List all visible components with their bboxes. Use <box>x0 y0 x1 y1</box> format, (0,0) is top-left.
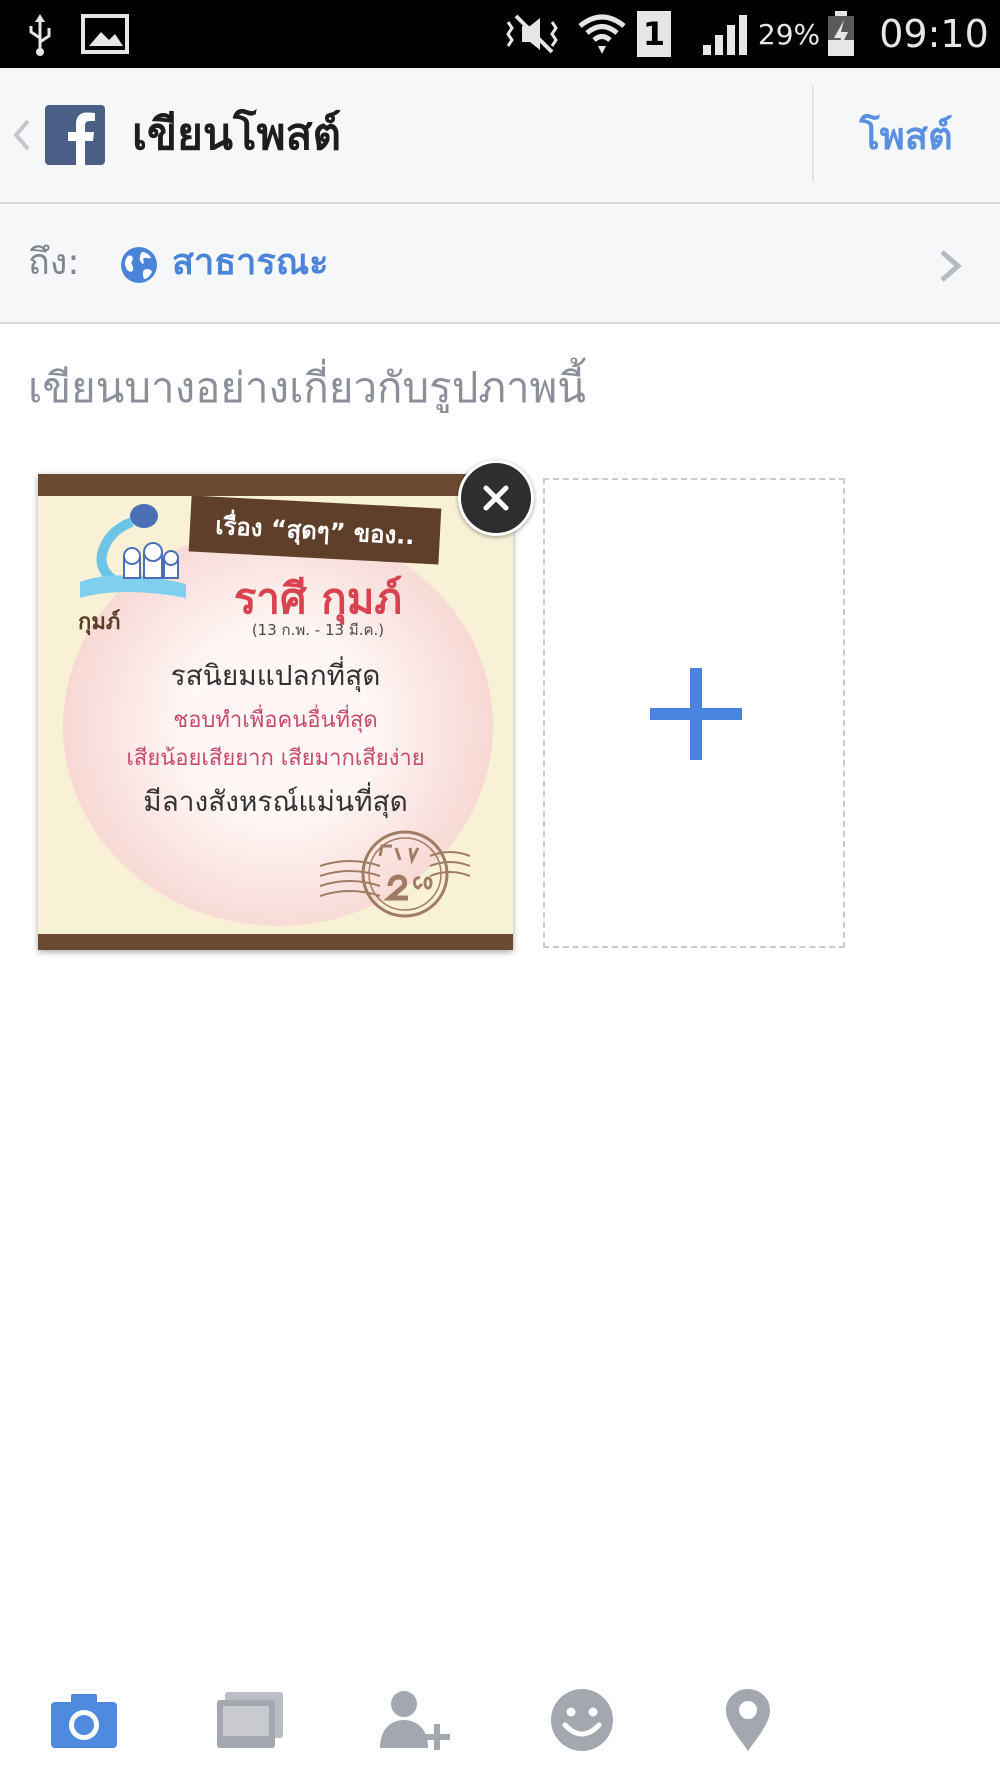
tag-people-icon[interactable] <box>376 1680 456 1760</box>
photo-album-icon[interactable] <box>210 1680 290 1760</box>
location-icon[interactable] <box>708 1680 788 1760</box>
signal-strength-icon <box>700 0 752 68</box>
feeling-icon[interactable] <box>542 1680 622 1760</box>
camera-icon[interactable] <box>44 1680 124 1760</box>
photo-bottom-border <box>38 934 513 950</box>
add-photo-button[interactable] <box>543 478 845 948</box>
composer-toolbar <box>0 1660 1000 1778</box>
to-label: ถึง: <box>28 242 80 283</box>
photo-sign-label: กุมภ์ <box>78 610 121 635</box>
battery-charging-icon <box>824 0 858 68</box>
photo-text-line: รสนิยมแปลกที่สุด <box>170 659 381 692</box>
jan2go-stamp-logo <box>319 826 471 926</box>
remove-photo-button[interactable] <box>458 460 534 536</box>
chevron-right-icon[interactable] <box>936 246 964 286</box>
post-text-input[interactable]: เขียนบางอย่างเกี่ยวกับรูปภาพนี้ <box>28 356 586 420</box>
audience-value[interactable]: สาธารณะ <box>172 234 328 292</box>
close-icon <box>483 485 509 511</box>
globe-icon <box>120 246 158 284</box>
back-chevron-icon[interactable] <box>10 115 34 155</box>
photo-date-range: (13 ก.พ. - 13 มี.ค.) <box>251 621 385 639</box>
photo-top-border <box>38 474 513 496</box>
wifi-icon <box>575 0 629 68</box>
gallery-notification-icon <box>80 0 130 68</box>
aquarius-illustration-icon <box>66 498 196 608</box>
sim-slot-label: 1 <box>642 15 666 53</box>
page-title: เขียนโพสต์ <box>132 109 342 160</box>
photo-text-line: มีลางสังหรณ์แม่นที่สุด <box>143 785 408 818</box>
app-header: เขียนโพสต์ โพสต์ <box>0 68 1000 204</box>
battery-percent: 29% <box>757 17 821 51</box>
photo-text-line: เสียน้อยเสียยาก เสียมากเสียง่าย <box>126 746 425 771</box>
usb-icon <box>20 0 60 68</box>
sim-slot-icon: 1 <box>636 0 672 68</box>
mute-vibrate-icon <box>500 0 570 68</box>
facebook-logo-icon[interactable] <box>45 105 105 165</box>
clock: 09:10 <box>879 12 989 56</box>
audience-selector[interactable]: ถึง: สาธารณะ <box>0 204 1000 324</box>
attached-photo[interactable]: กุมภ์ เรื่อง “สุดๆ” ของ.. ราศี กุมภ์ (13… <box>38 474 513 950</box>
post-button[interactable]: โพสต์ <box>812 68 1000 202</box>
status-bar: 1 29% 09:10 <box>0 0 1000 68</box>
photo-text-line: ชอบทำเพื่อคนอื่นที่สุด <box>173 708 378 733</box>
plus-icon <box>650 668 742 760</box>
